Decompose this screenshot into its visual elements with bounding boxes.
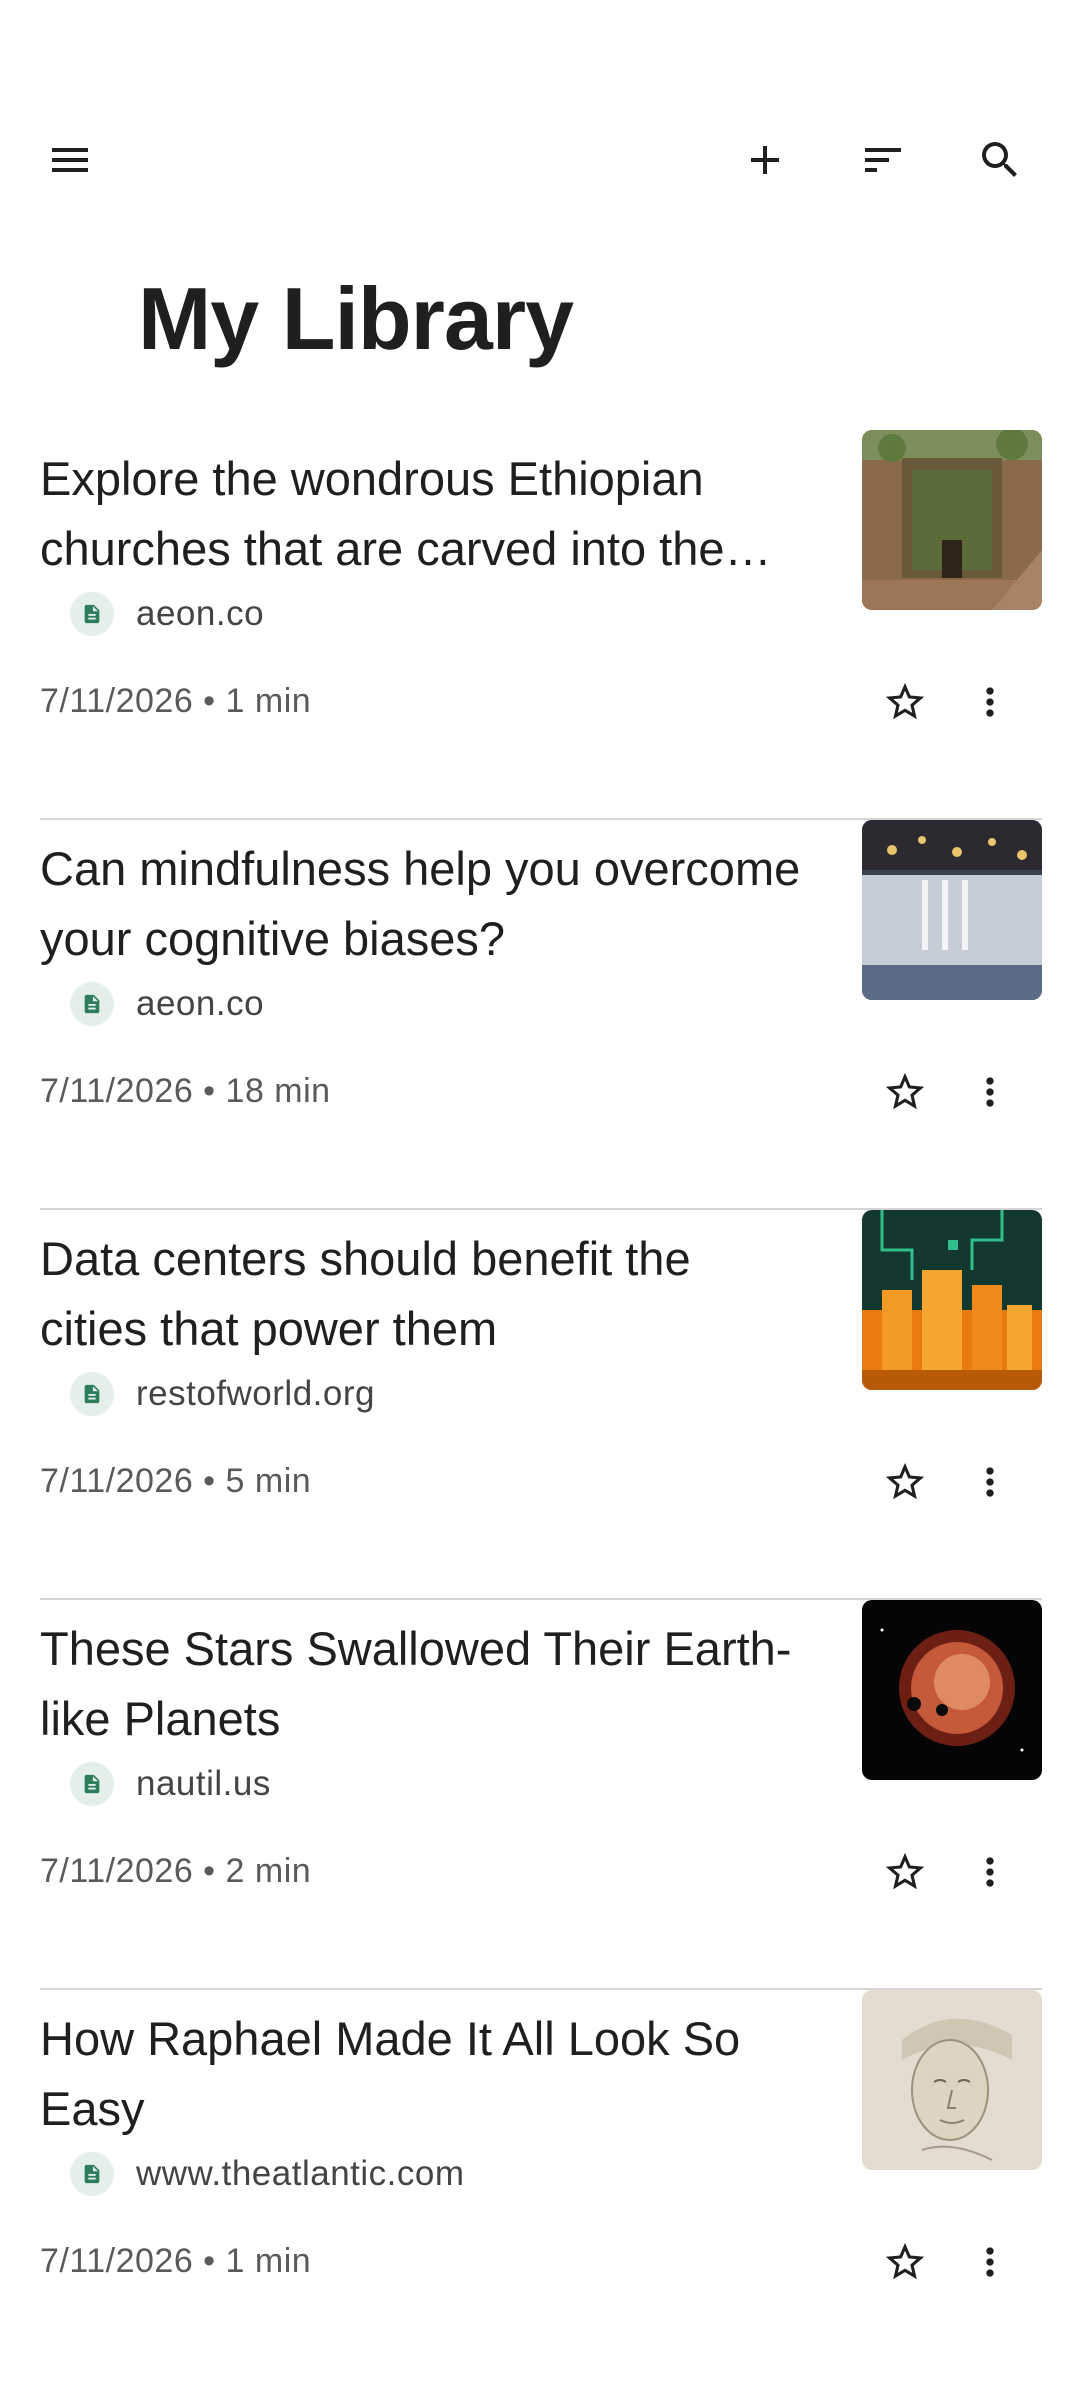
sort-button[interactable]: [843, 120, 923, 200]
source-domain: aeon.co: [136, 594, 265, 633]
document-icon: [70, 982, 114, 1026]
more-vert-icon: [986, 687, 994, 717]
article-source: aeon.co: [70, 980, 264, 1028]
article-thumbnail[interactable]: [862, 1990, 1042, 2170]
article-card[interactable]: Data centers should benefit the cities t…: [40, 1210, 1042, 1600]
menu-button[interactable]: [30, 120, 110, 200]
thumbnail-image: [862, 820, 1042, 1000]
star-outline-icon: [885, 1072, 925, 1110]
article-list: Explore the wondrous Ethiopian churches …: [40, 430, 1042, 2378]
search-button[interactable]: [960, 120, 1040, 200]
star-outline-icon: [885, 1852, 925, 1890]
more-options-button[interactable]: [958, 1450, 1022, 1514]
article-card[interactable]: These Stars Swallowed Their Earth-like P…: [40, 1600, 1042, 1990]
page-title: My Library: [138, 269, 574, 368]
favorite-button[interactable]: [873, 2230, 937, 2294]
add-button[interactable]: [725, 120, 805, 200]
article-title[interactable]: Explore the wondrous Ethiopian churches …: [40, 444, 810, 584]
more-options-button[interactable]: [958, 2230, 1022, 2294]
favorite-button[interactable]: [873, 1840, 937, 1904]
favorite-button[interactable]: [873, 670, 937, 734]
document-icon: [70, 592, 114, 636]
source-domain: aeon.co: [136, 984, 265, 1023]
thumbnail-image: [862, 1990, 1042, 2170]
more-vert-icon: [986, 1077, 994, 1107]
document-icon: [70, 1762, 114, 1806]
star-outline-icon: [885, 1462, 925, 1500]
article-meta: 7/11/2026 • 1 min: [40, 682, 312, 720]
more-vert-icon: [986, 1467, 994, 1497]
thumbnail-image: [862, 1600, 1042, 1780]
article-meta: 7/11/2026 • 1 min: [40, 2242, 312, 2280]
article-source: nautil.us: [70, 1760, 271, 1808]
top-app-bar: [0, 110, 1080, 210]
article-source: www.theatlantic.com: [70, 2150, 465, 2198]
article-card[interactable]: Can mindfulness help you overcome your c…: [40, 820, 1042, 1210]
article-source: restofworld.org: [70, 1370, 375, 1418]
thumbnail-image: [862, 430, 1042, 610]
favorite-button[interactable]: [873, 1450, 937, 1514]
article-card[interactable]: Explore the wondrous Ethiopian churches …: [40, 430, 1042, 820]
more-options-button[interactable]: [958, 670, 1022, 734]
article-thumbnail[interactable]: [862, 430, 1042, 610]
more-vert-icon: [986, 1857, 994, 1887]
add-icon: [751, 146, 779, 174]
star-outline-icon: [885, 2242, 925, 2280]
source-domain: www.theatlantic.com: [136, 2154, 465, 2193]
article-title[interactable]: Data centers should benefit the cities t…: [40, 1224, 810, 1364]
article-card[interactable]: How Raphael Made It All Look So Easy www…: [40, 1990, 1042, 2378]
star-outline-icon: [885, 682, 925, 720]
more-vert-icon: [986, 2247, 994, 2277]
menu-icon: [52, 148, 88, 172]
thumbnail-image: [862, 1210, 1042, 1390]
more-options-button[interactable]: [958, 1840, 1022, 1904]
article-title[interactable]: Can mindfulness help you overcome your c…: [40, 834, 810, 974]
article-meta: 7/11/2026 • 5 min: [40, 1462, 312, 1500]
sort-icon: [865, 148, 901, 172]
article-thumbnail[interactable]: [862, 820, 1042, 1000]
document-icon: [70, 1372, 114, 1416]
favorite-button[interactable]: [873, 1060, 937, 1124]
article-title[interactable]: These Stars Swallowed Their Earth-like P…: [40, 1614, 810, 1754]
source-domain: restofworld.org: [136, 1374, 375, 1413]
article-title[interactable]: How Raphael Made It All Look So Easy: [40, 2004, 810, 2144]
search-icon: [982, 142, 1017, 177]
article-source: aeon.co: [70, 590, 264, 638]
document-icon: [70, 2152, 114, 2196]
article-meta: 7/11/2026 • 18 min: [40, 1072, 331, 1110]
article-thumbnail[interactable]: [862, 1600, 1042, 1780]
more-options-button[interactable]: [958, 1060, 1022, 1124]
article-thumbnail[interactable]: [862, 1210, 1042, 1390]
article-meta: 7/11/2026 • 2 min: [40, 1852, 312, 1890]
source-domain: nautil.us: [136, 1764, 271, 1803]
